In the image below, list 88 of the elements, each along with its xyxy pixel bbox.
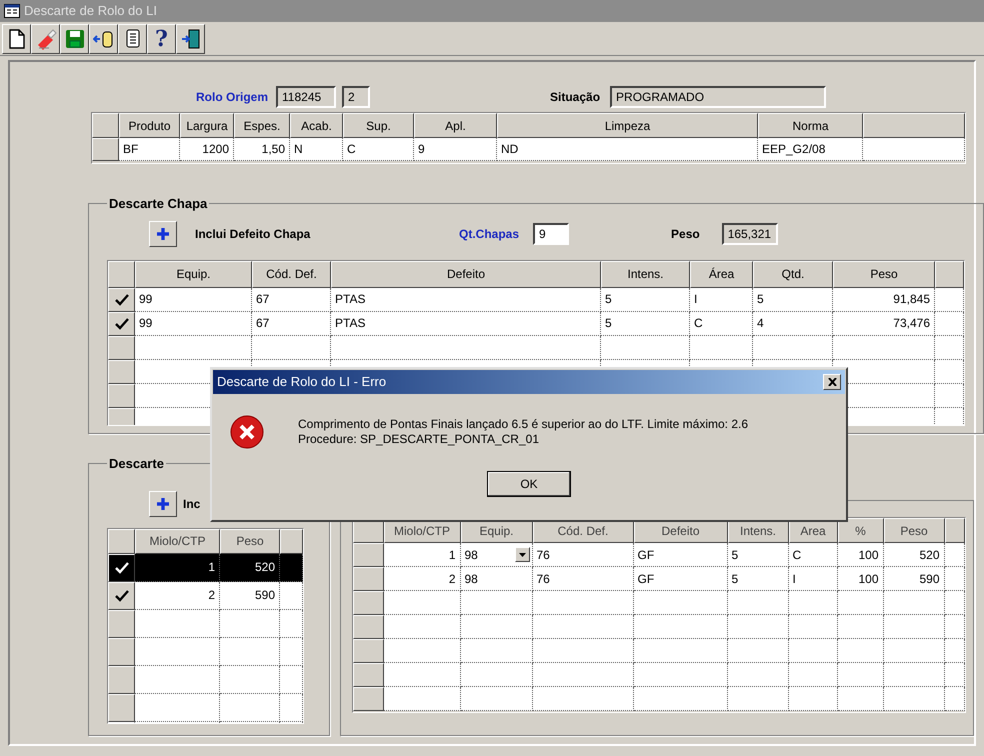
column-header: Área [690, 260, 753, 288]
column-header: Acab. [290, 113, 343, 138]
qt-chapas-field[interactable]: 9 [533, 222, 570, 244]
table-cell: I [788, 567, 838, 591]
table-cell: 520 [884, 543, 944, 567]
table-cell: I [690, 288, 753, 312]
table-cell: C [343, 138, 414, 161]
table-cell: PTAS [331, 312, 601, 336]
table-cell: 520 [220, 554, 280, 582]
column-header: Sup. [343, 113, 414, 138]
column-header: Norma [758, 113, 863, 138]
table-cell: 1200 [180, 138, 234, 161]
toolbar-button[interactable]: ? [147, 24, 176, 54]
table-cell: 9 [414, 138, 497, 161]
rolo-origem-label: Rolo Origem [196, 89, 268, 106]
column-header: Qtd. [753, 260, 833, 288]
situacao-field[interactable]: PROGRAMADO [610, 86, 826, 108]
column-header: Peso [833, 260, 935, 288]
table-cell: C [690, 312, 753, 336]
table-cell: 98 [460, 567, 532, 591]
column-header: Peso [220, 528, 280, 554]
table-cell: 67 [252, 288, 331, 312]
table-cell: 98 [460, 543, 532, 567]
table-cell: C [788, 543, 838, 567]
table-cell: 5 [753, 288, 833, 312]
qt-chapas-label: Qt.Chapas [459, 226, 520, 242]
table-cell: 100 [838, 543, 884, 567]
table-cell: 2 [384, 567, 460, 591]
table-cell: 91,845 [833, 288, 935, 312]
column-header: Espes. [234, 113, 290, 138]
column-header: Cód. Def. [252, 260, 331, 288]
table-row[interactable]: 99 67 PTAS 5 I 5 91,845 [108, 288, 964, 312]
add-defect-label: Inclui Defeito Chapa [195, 226, 312, 242]
table-cell: 76 [532, 567, 634, 591]
column-header: Largura [180, 113, 234, 138]
table-cell: N [290, 138, 343, 161]
table-row[interactable]: 99 67 PTAS 5 C 4 73,476 [108, 312, 964, 336]
add-label: Inc [183, 496, 200, 512]
table-cell: 1 [135, 554, 220, 582]
table-cell: 99 [135, 312, 252, 336]
table-cell: 1,50 [234, 138, 290, 161]
section-title: Descarte Chapa [108, 195, 208, 213]
column-header: Defeito [331, 260, 601, 288]
table-cell: 76 [532, 543, 634, 567]
table-cell: 67 [252, 312, 331, 336]
table-cell: ND [497, 138, 758, 161]
table-cell: PTAS [331, 288, 601, 312]
table-cell: 2 [135, 582, 220, 610]
table-cell: 5 [601, 288, 690, 312]
table-cell: 590 [884, 567, 944, 591]
column-header: Apl. [414, 113, 497, 138]
peso-label: Peso [671, 226, 700, 242]
table-cell: 5 [728, 567, 788, 591]
error-message: Procedure: SP_DESCARTE_PONTA_CR_01 [298, 432, 540, 447]
column-header: Equip. [135, 260, 252, 288]
situacao-label: Situação [550, 89, 600, 106]
peso-field[interactable]: 165,321 [722, 222, 778, 244]
table-cell: GF [634, 567, 728, 591]
window-title: Descarte de Rolo do LI [24, 2, 157, 20]
table-cell: 4 [753, 312, 833, 336]
rolo-field[interactable]: 118245 [276, 86, 336, 108]
column-header: Intens. [601, 260, 690, 288]
section-title: Descarte [108, 455, 165, 473]
table-cell: EEP_G2/08 [758, 138, 863, 161]
table-row[interactable]: BF 1200 1,50 N C 9 ND EEP_G2/08 [92, 138, 965, 161]
table-cell: 1 [384, 543, 460, 567]
table-row[interactable]: 1 98 76 GF 5 C 100 520 [352, 543, 964, 567]
table-row[interactable]: 2 590 [108, 582, 303, 610]
column-header: Peso [884, 518, 944, 543]
table-cell: 73,476 [833, 312, 935, 336]
table-cell: BF [119, 138, 180, 161]
table-row[interactable]: 2 98 76 GF 5 I 100 590 [352, 567, 964, 591]
table-cell: 100 [838, 567, 884, 591]
table-cell: 5 [728, 543, 788, 567]
sequence-field[interactable]: 2 [342, 86, 370, 108]
table-cell: GF [634, 543, 728, 567]
error-message: Comprimento de Pontas Finais lançado 6.5 é superior ao do LTF. Limite máximo: 2.6 [298, 417, 748, 432]
column-header: % [838, 518, 884, 543]
question-mark-icon: ? [155, 28, 168, 50]
dialog-title: Descarte de Rolo do LI - Erro [217, 373, 386, 392]
ok-button[interactable]: OK [487, 471, 571, 497]
column-header: Miolo/CTP [135, 528, 220, 554]
column-header: Produto [119, 113, 180, 138]
table-row[interactable]: 1 520 [108, 554, 303, 582]
column-header: Limpeza [497, 113, 758, 138]
table-cell: 590 [220, 582, 280, 610]
table-cell: 99 [135, 288, 252, 312]
table-cell: 5 [601, 312, 690, 336]
